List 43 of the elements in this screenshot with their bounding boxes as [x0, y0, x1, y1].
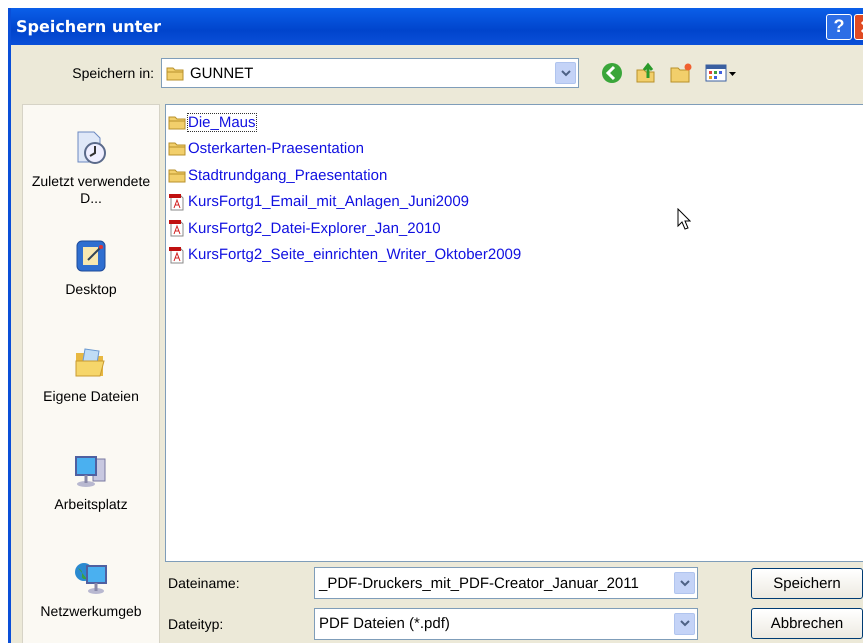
chevron-down-icon — [680, 580, 690, 587]
file-name[interactable]: Osterkarten-Praesentation — [187, 139, 365, 158]
chevron-down-icon — [560, 70, 570, 76]
view-menu-icon[interactable] — [705, 63, 737, 83]
folder-up-icon[interactable] — [635, 62, 657, 84]
dropdown-button[interactable] — [674, 572, 695, 594]
file-name[interactable]: KursFortg1_Email_mit_Anlagen_Juni2009 — [187, 192, 470, 212]
location-value: GUNNET — [190, 64, 254, 82]
file-name-value: _PDF-Druckers_mit_PDF-Creator_Januar_2011 — [319, 574, 640, 592]
window-title: Speichern unter — [16, 17, 162, 36]
file-name[interactable]: Die_Maus — [187, 112, 257, 132]
place-label[interactable]: Desktop — [23, 280, 159, 298]
file-name-label: Dateiname: — [167, 575, 241, 592]
dropdown-button[interactable] — [555, 62, 576, 84]
save-in-label: Speichern in: — [71, 65, 155, 81]
save-button[interactable]: Speichern — [751, 568, 863, 599]
folder-icon — [166, 66, 184, 80]
pdf-file-icon — [168, 192, 186, 211]
file-type-dropdown[interactable]: PDF Dateien (*.pdf) — [314, 608, 698, 640]
location-dropdown[interactable]: GUNNET — [161, 58, 579, 88]
pdf-file-icon — [168, 219, 186, 238]
file-name[interactable]: KursFortg2_Datei-Explorer_Jan_2010 — [187, 218, 442, 238]
file-type-label: Dateityp: — [167, 616, 224, 632]
mouse-pointer-icon — [677, 208, 691, 230]
folder-icon — [168, 114, 186, 130]
place-label[interactable]: Netzwerkumgeb — [23, 603, 159, 620]
dropdown-button[interactable] — [674, 612, 695, 635]
cancel-button[interactable]: Abbrechen — [751, 608, 863, 640]
folder-icon — [168, 168, 186, 183]
place-label[interactable]: Arbeitsplatz — [23, 496, 159, 513]
desktop-icon[interactable] — [74, 238, 108, 274]
place-label[interactable]: Eigene Dateien — [23, 388, 159, 406]
globe-computer-icon[interactable] — [73, 560, 109, 596]
chevron-down-icon — [680, 620, 690, 628]
place-label[interactable]: Zuletzt verwendete D... — [23, 173, 159, 207]
pdf-file-icon — [168, 246, 186, 264]
file-name[interactable]: Stadtrundgang_Praesentation — [187, 166, 388, 185]
file-name-field[interactable]: _PDF-Druckers_mit_PDF-Creator_Januar_2011 — [314, 567, 698, 600]
help-button[interactable]: ? — [826, 14, 852, 40]
folder-icon — [168, 141, 186, 156]
file-name[interactable]: KursFortg2_Seite_einrichten_Writer_Oktober2009 — [187, 245, 522, 264]
new-folder-icon[interactable] — [669, 62, 693, 84]
file-type-value: PDF Dateien (*.pdf) — [319, 615, 451, 632]
